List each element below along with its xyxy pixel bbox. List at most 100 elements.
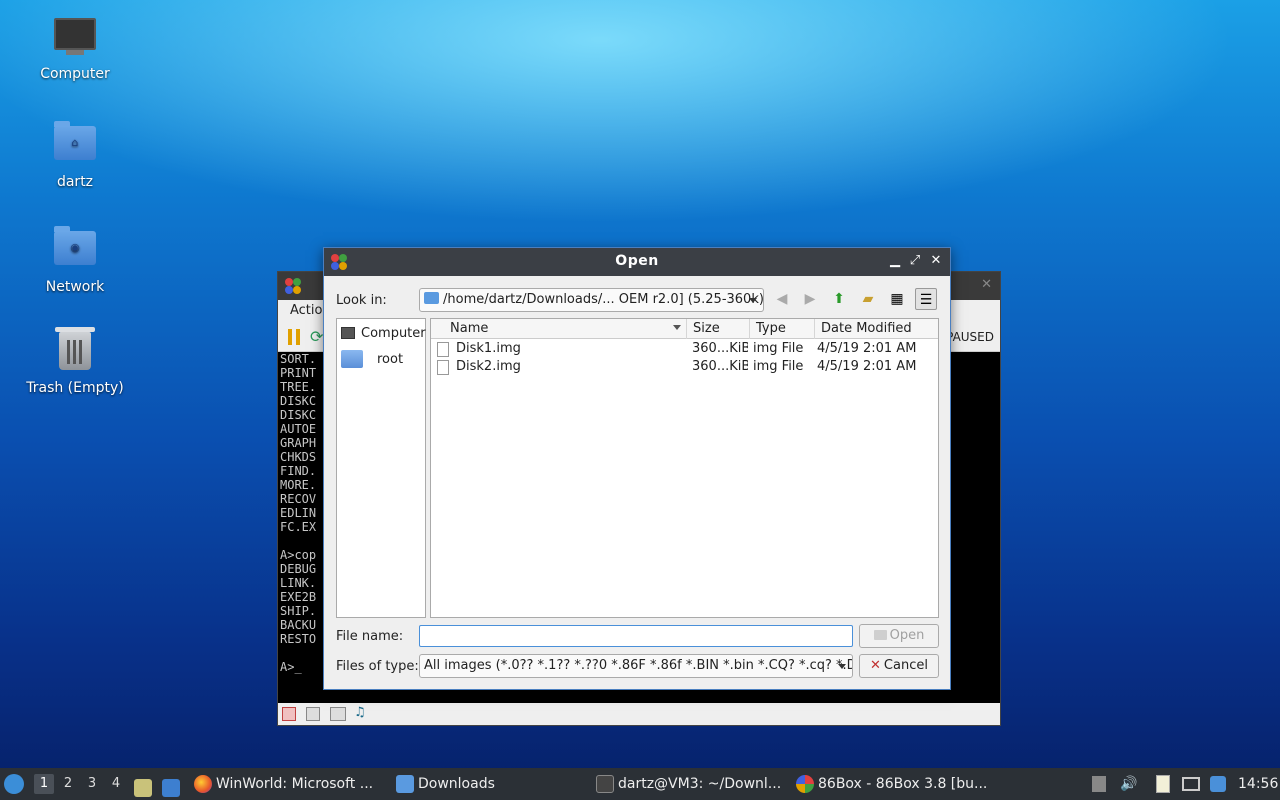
cdrom-drive-icon[interactable] — [306, 707, 320, 721]
folder-icon — [341, 350, 363, 368]
desktop-icon-computer[interactable]: Computer — [15, 18, 135, 82]
chevron-down-icon — [838, 664, 846, 669]
file-icon — [437, 342, 449, 357]
file-size: 360...KiB — [692, 341, 748, 356]
file-name-label: File name: — [336, 629, 404, 644]
files-of-type-combo[interactable]: All images (*.0?? *.1?? *.??0 *.86F *.86… — [419, 654, 853, 678]
minimize-icon[interactable]: ▁ — [886, 251, 904, 271]
detail-view-icon[interactable]: ☰ — [915, 288, 937, 310]
workspace-4[interactable]: 4 — [106, 774, 126, 794]
look-in-combo[interactable]: /home/dartz/Downloads/... OEM r2.0] (5.2… — [419, 288, 764, 312]
workspace-2[interactable]: 2 — [58, 774, 78, 794]
forward-icon[interactable]: ▶ — [799, 288, 821, 310]
file-icon — [437, 360, 449, 375]
task-86box[interactable]: 86Box - 86Box 3.8 [bu... — [796, 768, 986, 800]
folder-icon — [424, 292, 439, 304]
taskbar: 1 2 3 4 WinWorld: Microsoft ... Download… — [0, 768, 1280, 800]
pause-icon[interactable] — [288, 329, 300, 345]
desktop-icon-label: Computer — [40, 66, 110, 82]
column-type[interactable]: Type — [750, 319, 815, 339]
file-type: img File — [753, 341, 804, 356]
tray-expand-icon[interactable] — [1092, 768, 1108, 800]
cancel-button[interactable]: ✕ Cancel — [859, 654, 939, 678]
file-cabinet-icon — [134, 778, 152, 797]
file-name: Disk2.img — [456, 359, 521, 374]
firefox-icon — [194, 775, 212, 793]
dialog-titlebar[interactable]: Open ▁ ⤢ ✕ — [324, 248, 950, 276]
sidebar: Computer root — [336, 318, 426, 618]
volume-icon[interactable]: 🔊 — [1120, 768, 1138, 800]
cancel-icon: ✕ — [870, 658, 881, 673]
desktop-icon-network[interactable]: ◉ Network — [15, 226, 135, 295]
close-icon[interactable]: ✕ — [927, 251, 945, 271]
sort-chevron-icon — [673, 325, 681, 330]
up-folder-icon[interactable]: ⬆ — [828, 288, 850, 310]
open-button[interactable]: Open — [859, 624, 939, 648]
file-name: Disk1.img — [456, 341, 521, 356]
file-name-input[interactable] — [419, 625, 853, 647]
cancel-button-label: Cancel — [883, 658, 928, 673]
file-list[interactable]: Name Size Type Date Modified Disk1.img 3… — [430, 318, 939, 618]
86box-app-icon — [796, 775, 814, 793]
network-status-icon[interactable] — [1182, 768, 1202, 800]
keyboard-icon[interactable] — [330, 707, 346, 721]
desktop-icon-home[interactable]: ⌂ dartz — [15, 121, 135, 190]
column-name[interactable]: Name — [444, 319, 687, 339]
update-notifier-icon[interactable] — [1210, 768, 1228, 800]
column-size[interactable]: Size — [687, 319, 750, 339]
workspace-3[interactable]: 3 — [82, 774, 102, 794]
look-in-label: Look in: — [336, 293, 387, 308]
sidebar-item-label: root — [377, 351, 404, 367]
chevron-down-icon — [749, 298, 757, 303]
open-folder-icon — [873, 630, 887, 640]
start-menu-button[interactable] — [4, 768, 30, 800]
clipboard-icon[interactable] — [1156, 768, 1174, 800]
sound-icon[interactable]: ♫ — [354, 705, 366, 720]
column-date[interactable]: Date Modified — [815, 319, 939, 339]
file-row[interactable]: Disk2.img 360...KiB img File 4/5/19 2:01… — [431, 358, 938, 376]
task-firefox[interactable]: WinWorld: Microsoft ... — [194, 768, 384, 800]
lxqt-logo-icon — [4, 774, 24, 794]
workspace-1[interactable]: 1 — [34, 774, 54, 794]
file-list-header: Name Size Type Date Modified — [431, 319, 938, 339]
task-terminal[interactable]: dartz@VM3: ~/Downl... — [596, 768, 786, 800]
desktop-icon-label: Trash (Empty) — [26, 380, 124, 396]
file-size: 360...KiB — [692, 359, 748, 374]
look-in-value: /home/dartz/Downloads/... OEM r2.0] (5.2… — [443, 292, 764, 307]
network-folder-icon: ◉ — [53, 226, 97, 273]
open-button-label: Open — [889, 628, 925, 643]
desktop-icon-trash[interactable]: Trash (Empty) — [15, 327, 135, 396]
desktop-icon — [162, 778, 180, 797]
sidebar-item-root[interactable]: root — [341, 348, 403, 370]
task-downloads[interactable]: Downloads — [396, 768, 586, 800]
status-paused: PAUSED — [946, 330, 994, 344]
reset-icon[interactable]: ⟳ — [310, 327, 323, 346]
files-of-type-label: Files of type: — [336, 659, 419, 674]
show-desktop-launcher[interactable] — [162, 768, 184, 800]
clock[interactable]: 14:56 — [1238, 768, 1278, 800]
floppy-drive-icon[interactable] — [282, 707, 296, 721]
new-folder-icon[interactable]: ▰ — [857, 288, 879, 310]
dialog-title: Open — [615, 253, 659, 269]
computer-icon — [341, 327, 355, 339]
86box-app-icon — [285, 278, 301, 294]
file-date: 4/5/19 2:01 AM — [817, 359, 917, 374]
task-label: 86Box - 86Box 3.8 [bu... — [818, 776, 986, 792]
home-folder-icon: ⌂ — [53, 121, 97, 168]
task-label: Downloads — [418, 776, 495, 792]
emulator-statusbar: ♫ — [278, 703, 1000, 725]
folder-icon — [396, 775, 414, 793]
task-label: WinWorld: Microsoft ... — [216, 776, 374, 792]
sidebar-item-label: Computer — [361, 325, 426, 341]
desktop-icon-label: Network — [45, 279, 105, 295]
file-date: 4/5/19 2:01 AM — [817, 341, 917, 356]
file-manager-launcher[interactable] — [134, 768, 156, 800]
menu-action[interactable]: Actio — [290, 303, 322, 318]
sidebar-item-computer[interactable]: Computer — [341, 322, 426, 344]
maximize-icon[interactable]: ⤢ — [906, 251, 924, 271]
file-row[interactable]: Disk1.img 360...KiB img File 4/5/19 2:01… — [431, 340, 938, 358]
back-icon[interactable]: ◀ — [771, 288, 793, 310]
close-icon[interactable]: ✕ — [981, 277, 992, 292]
file-type: img File — [753, 359, 804, 374]
icon-view-icon[interactable]: ▦ — [886, 288, 908, 310]
